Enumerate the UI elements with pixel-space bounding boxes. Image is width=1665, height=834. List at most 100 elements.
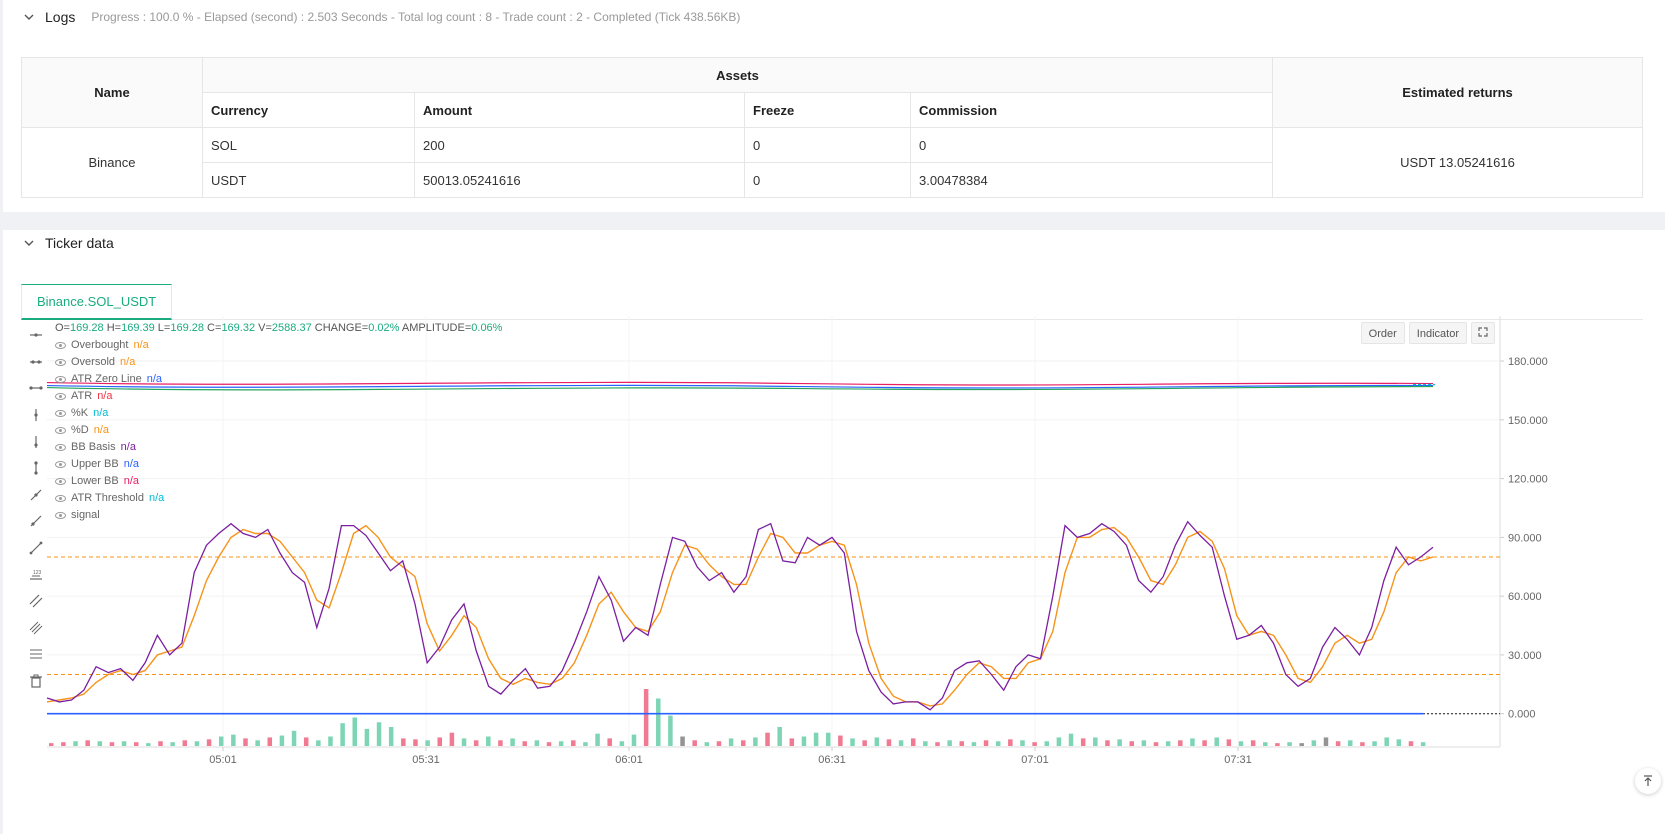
volume-bar <box>558 741 564 746</box>
volume-bar <box>607 738 612 746</box>
fullscreen-icon[interactable] <box>1471 322 1495 344</box>
volume-bar <box>231 734 236 746</box>
volume-bar <box>1044 741 1050 746</box>
volume-bar <box>1008 739 1013 746</box>
volume-bar <box>437 737 442 746</box>
horizontal-ray-icon[interactable] <box>21 349 51 376</box>
volume-bar <box>473 740 479 746</box>
eye-icon[interactable] <box>55 376 66 383</box>
logs-summary: Progress : 100.0 % - Elapsed (second) : … <box>91 10 741 24</box>
legend-label: Overbought <box>71 339 129 351</box>
x-tick-label: 05:31 <box>412 754 440 766</box>
eye-icon[interactable] <box>55 393 66 400</box>
volume-bar <box>716 741 722 746</box>
volume-bar <box>850 738 855 746</box>
volume-bar <box>789 738 795 746</box>
horizontal-line-icon[interactable] <box>21 322 51 349</box>
eye-icon[interactable] <box>55 444 66 451</box>
legend-item[interactable]: Lower BB n/a <box>55 473 502 490</box>
legend-item[interactable]: %K n/a <box>55 405 502 422</box>
logs-panel: Logs Progress : 100.0 % - Elapsed (secon… <box>3 0 1665 212</box>
volume-bar <box>182 740 188 746</box>
d-line <box>46 524 1434 707</box>
volume-bar <box>1287 742 1292 746</box>
volume-bar <box>571 740 576 746</box>
volume-bar <box>631 734 637 746</box>
volume-bar <box>1020 740 1025 746</box>
trend-line-icon[interactable] <box>21 482 51 509</box>
volume-bar <box>1335 741 1341 746</box>
extended-line-icon[interactable] <box>21 375 51 402</box>
legend-label: Lower BB <box>71 475 119 487</box>
eye-icon[interactable] <box>55 461 66 468</box>
column-header: Commission <box>910 92 1273 128</box>
volume-bar <box>1165 741 1171 746</box>
column-header: Currency <box>202 92 415 128</box>
legend-value: n/a <box>133 339 149 351</box>
volume-bar <box>194 741 200 746</box>
eye-icon[interactable] <box>55 410 66 417</box>
chevron-down-icon[interactable] <box>23 11 35 23</box>
volume-bar <box>61 742 66 746</box>
vertical-segment-icon[interactable] <box>21 455 51 482</box>
legend-item[interactable]: BB Basis n/a <box>55 439 502 456</box>
order-button[interactable]: Order <box>1360 322 1405 344</box>
price-range-icon[interactable]: 123 <box>21 561 51 588</box>
volume-bar <box>935 742 940 746</box>
trash-icon[interactable] <box>21 668 51 695</box>
x-tick-label: 06:31 <box>818 754 846 766</box>
volume-bar <box>971 742 977 746</box>
assets-table: Name Assets Estimated returns Currency A… <box>21 57 1643 198</box>
volume-bar <box>97 741 103 746</box>
eye-icon[interactable] <box>55 495 66 502</box>
y-tick-label: 180.000 <box>1508 356 1548 368</box>
volume-bar <box>1117 739 1122 746</box>
legend-item[interactable]: Upper BB n/a <box>55 456 502 473</box>
volume-bar <box>1263 742 1268 746</box>
volume-bar <box>1214 737 1219 746</box>
volume-bar <box>510 738 515 746</box>
segment-icon[interactable] <box>21 535 51 562</box>
eye-icon[interactable] <box>55 478 66 485</box>
eye-icon[interactable] <box>55 427 66 434</box>
legend-value: n/a <box>93 407 109 419</box>
fib-retracement-icon[interactable] <box>21 641 51 668</box>
legend-label: ATR Zero Line <box>71 373 142 385</box>
parallel-channel-icon[interactable] <box>21 588 51 615</box>
legend-item[interactable]: ATR Zero Line n/a <box>55 371 502 388</box>
eye-icon[interactable] <box>55 342 66 349</box>
fib-channel-icon[interactable] <box>21 615 51 642</box>
volume-bar <box>825 732 831 746</box>
logs-header[interactable]: Logs Progress : 100.0 % - Elapsed (secon… <box>23 9 740 25</box>
volume-bar <box>352 717 358 746</box>
volume-bar <box>121 741 127 746</box>
volume-bar <box>1190 738 1195 746</box>
eye-icon[interactable] <box>55 359 66 366</box>
x-tick-label: 05:01 <box>209 754 237 766</box>
volume-bar <box>801 736 807 746</box>
legend-item[interactable]: ATR Threshold n/a <box>55 490 502 507</box>
legend-item[interactable]: signal <box>55 507 502 524</box>
vertical-line-icon[interactable] <box>21 402 51 429</box>
y-tick-label: 150.000 <box>1508 415 1548 427</box>
vertical-ray-icon[interactable] <box>21 428 51 455</box>
volume-bar <box>1056 737 1062 746</box>
volume-bar <box>947 740 952 746</box>
estimated-returns-cell: USDT 13.05241616 <box>1272 127 1643 198</box>
eye-icon[interactable] <box>55 512 66 519</box>
legend-item[interactable]: Overbought n/a <box>55 337 502 354</box>
volume-bar <box>656 698 661 746</box>
volume-bar <box>838 735 843 746</box>
legend-value: n/a <box>93 424 110 436</box>
indicator-button[interactable]: Indicator <box>1408 322 1467 344</box>
volume-bar <box>401 738 406 746</box>
volume-bar <box>73 741 78 746</box>
scroll-to-top-button[interactable] <box>1635 768 1661 794</box>
legend-item[interactable]: ATR n/a <box>55 388 502 405</box>
volume-bar <box>643 689 649 746</box>
legend-item[interactable]: Oversold n/a <box>55 354 502 371</box>
assets-header: Assets <box>202 57 1273 93</box>
volume-bar <box>546 742 552 746</box>
ray-icon[interactable] <box>21 508 51 535</box>
legend-item[interactable]: %D n/a <box>55 422 502 439</box>
